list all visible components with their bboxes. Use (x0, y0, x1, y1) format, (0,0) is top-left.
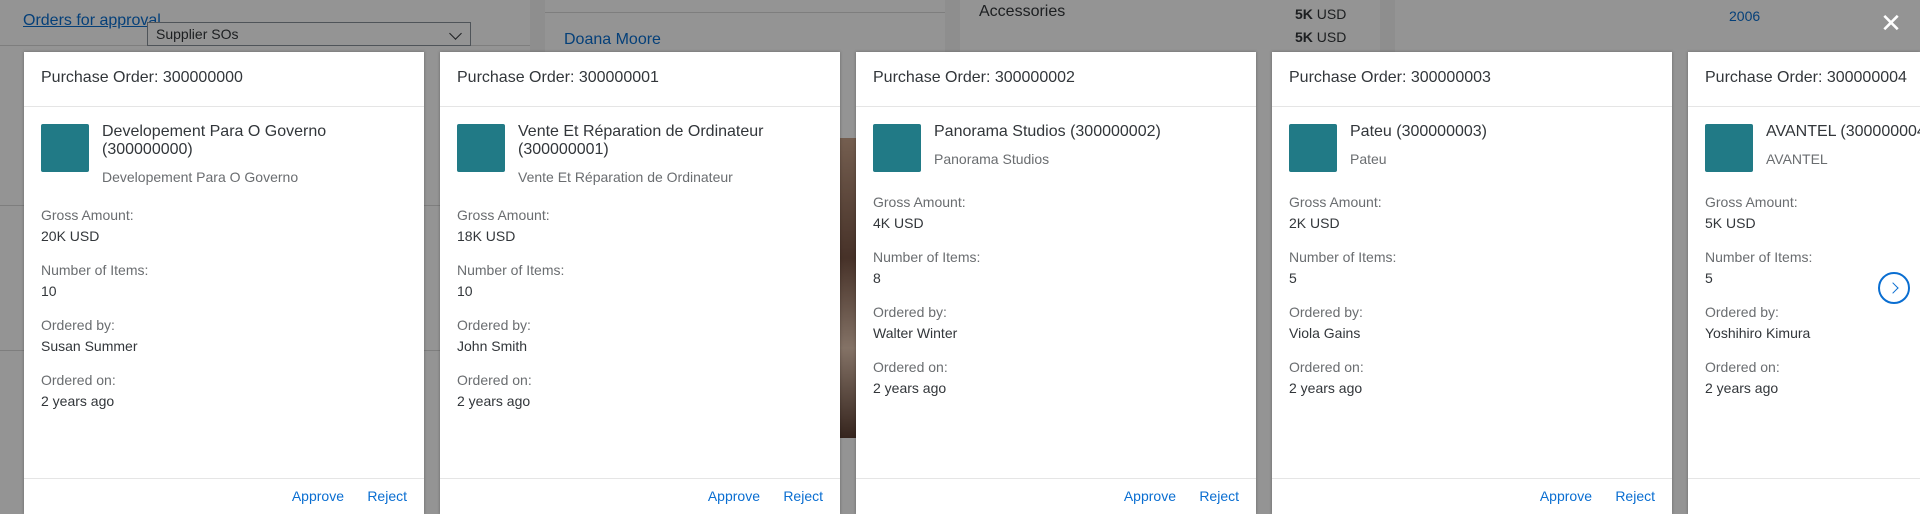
gross-amount-value: 20K USD (41, 228, 100, 244)
card-header: Purchase Order: 300000004 (1688, 52, 1920, 107)
approve-button[interactable]: Approve (708, 488, 760, 504)
gross-amount-value: 4K USD (873, 215, 924, 231)
purchase-order-card: Purchase Order: 300000003 Pateu (3000000… (1272, 52, 1672, 514)
reject-button[interactable]: Reject (783, 488, 823, 504)
items-count-value: 5 (1705, 270, 1713, 286)
card-footer: Approve Reject (24, 478, 424, 514)
card-subtitle: Vente Et Réparation de Ordinateur (518, 169, 733, 185)
items-count-value: 10 (457, 283, 473, 299)
card-title: AVANTEL (300000004 (1766, 123, 1920, 140)
card-footer: Approve Reject (856, 478, 1256, 514)
ordered-by-label: Ordered by: (457, 317, 531, 333)
ordered-on-label: Ordered on: (41, 372, 116, 388)
ordered-by-label: Ordered by: (1705, 304, 1779, 320)
card-title: Developement Para O Governo (300000000) (102, 123, 327, 158)
supplier-avatar (1705, 124, 1753, 172)
gross-amount-value: 2K USD (1289, 215, 1340, 231)
card-title: Panorama Studios (300000002) (934, 123, 1161, 140)
purchase-order-card: Purchase Order: 300000000 Developement P… (24, 52, 424, 514)
card-footer: Approve Reject (440, 478, 840, 514)
reject-button[interactable]: Reject (1615, 488, 1655, 504)
ordered-on-value: 2 years ago (1705, 380, 1779, 396)
ordered-on-label: Ordered on: (1289, 359, 1364, 375)
items-count-label: Number of Items: (457, 262, 565, 278)
ordered-by-value: John Smith (457, 338, 528, 354)
items-count-label: Number of Items: (873, 249, 981, 265)
ordered-on-label: Ordered on: (873, 359, 948, 375)
items-count-value: 8 (873, 270, 881, 286)
card-header: Purchase Order: 300000000 (24, 52, 424, 107)
card-subtitle: Pateu (1350, 151, 1387, 167)
supplier-avatar (1289, 124, 1337, 172)
ordered-on-value: 2 years ago (1289, 380, 1363, 396)
items-count-value: 10 (41, 283, 57, 299)
items-count-label: Number of Items: (1705, 249, 1813, 265)
card-subtitle: Developement Para O Governo (102, 169, 299, 185)
ordered-by-value: Walter Winter (873, 325, 958, 341)
gross-amount-label: Gross Amount: (1705, 194, 1798, 210)
ordered-on-value: 2 years ago (873, 380, 947, 396)
approve-button[interactable]: Approve (1540, 488, 1592, 504)
ordered-by-label: Ordered by: (873, 304, 947, 320)
approve-button[interactable]: Approve (1124, 488, 1176, 504)
ordered-on-value: 2 years ago (41, 393, 115, 409)
ordered-by-value: Susan Summer (41, 338, 138, 354)
gross-amount-label: Gross Amount: (1289, 194, 1382, 210)
gross-amount-label: Gross Amount: (457, 207, 550, 223)
gross-amount-value: 5K USD (1705, 215, 1756, 231)
approve-button[interactable]: Approve (292, 488, 344, 504)
gross-amount-value: 18K USD (457, 228, 516, 244)
purchase-order-card: Purchase Order: 300000002 Panorama Studi… (856, 52, 1256, 514)
ordered-on-label: Ordered on: (457, 372, 532, 388)
ordered-by-label: Ordered by: (41, 317, 115, 333)
gross-amount-label: Gross Amount: (873, 194, 966, 210)
card-title: Vente Et Réparation de Ordinateur (30000… (518, 123, 764, 158)
items-count-label: Number of Items: (41, 262, 149, 278)
card-title: Pateu (300000003) (1350, 123, 1487, 140)
card-subtitle: Panorama Studios (934, 151, 1050, 167)
close-icon[interactable]: ✕ (1876, 8, 1906, 38)
chevron-right-icon[interactable] (1878, 272, 1910, 304)
items-count-label: Number of Items: (1289, 249, 1397, 265)
card-footer (1688, 478, 1920, 514)
ordered-on-label: Ordered on: (1705, 359, 1780, 375)
card-header: Purchase Order: 300000001 (440, 52, 840, 107)
card-footer: Approve Reject (1272, 478, 1672, 514)
purchase-order-card: Purchase Order: 300000001 Vente Et Répar… (440, 52, 840, 514)
card-header: Purchase Order: 300000003 (1272, 52, 1672, 107)
card-header: Purchase Order: 300000002 (856, 52, 1256, 107)
ordered-by-value: Viola Gains (1289, 325, 1361, 341)
reject-button[interactable]: Reject (1199, 488, 1239, 504)
reject-button[interactable]: Reject (367, 488, 407, 504)
supplier-avatar (41, 124, 89, 172)
ordered-by-label: Ordered by: (1289, 304, 1363, 320)
supplier-avatar (873, 124, 921, 172)
ordered-on-value: 2 years ago (457, 393, 531, 409)
gross-amount-label: Gross Amount: (41, 207, 134, 223)
card-subtitle: AVANTEL (1766, 151, 1828, 167)
items-count-value: 5 (1289, 270, 1297, 286)
supplier-avatar (457, 124, 505, 172)
ordered-by-value: Yoshihiro Kimura (1705, 325, 1811, 341)
